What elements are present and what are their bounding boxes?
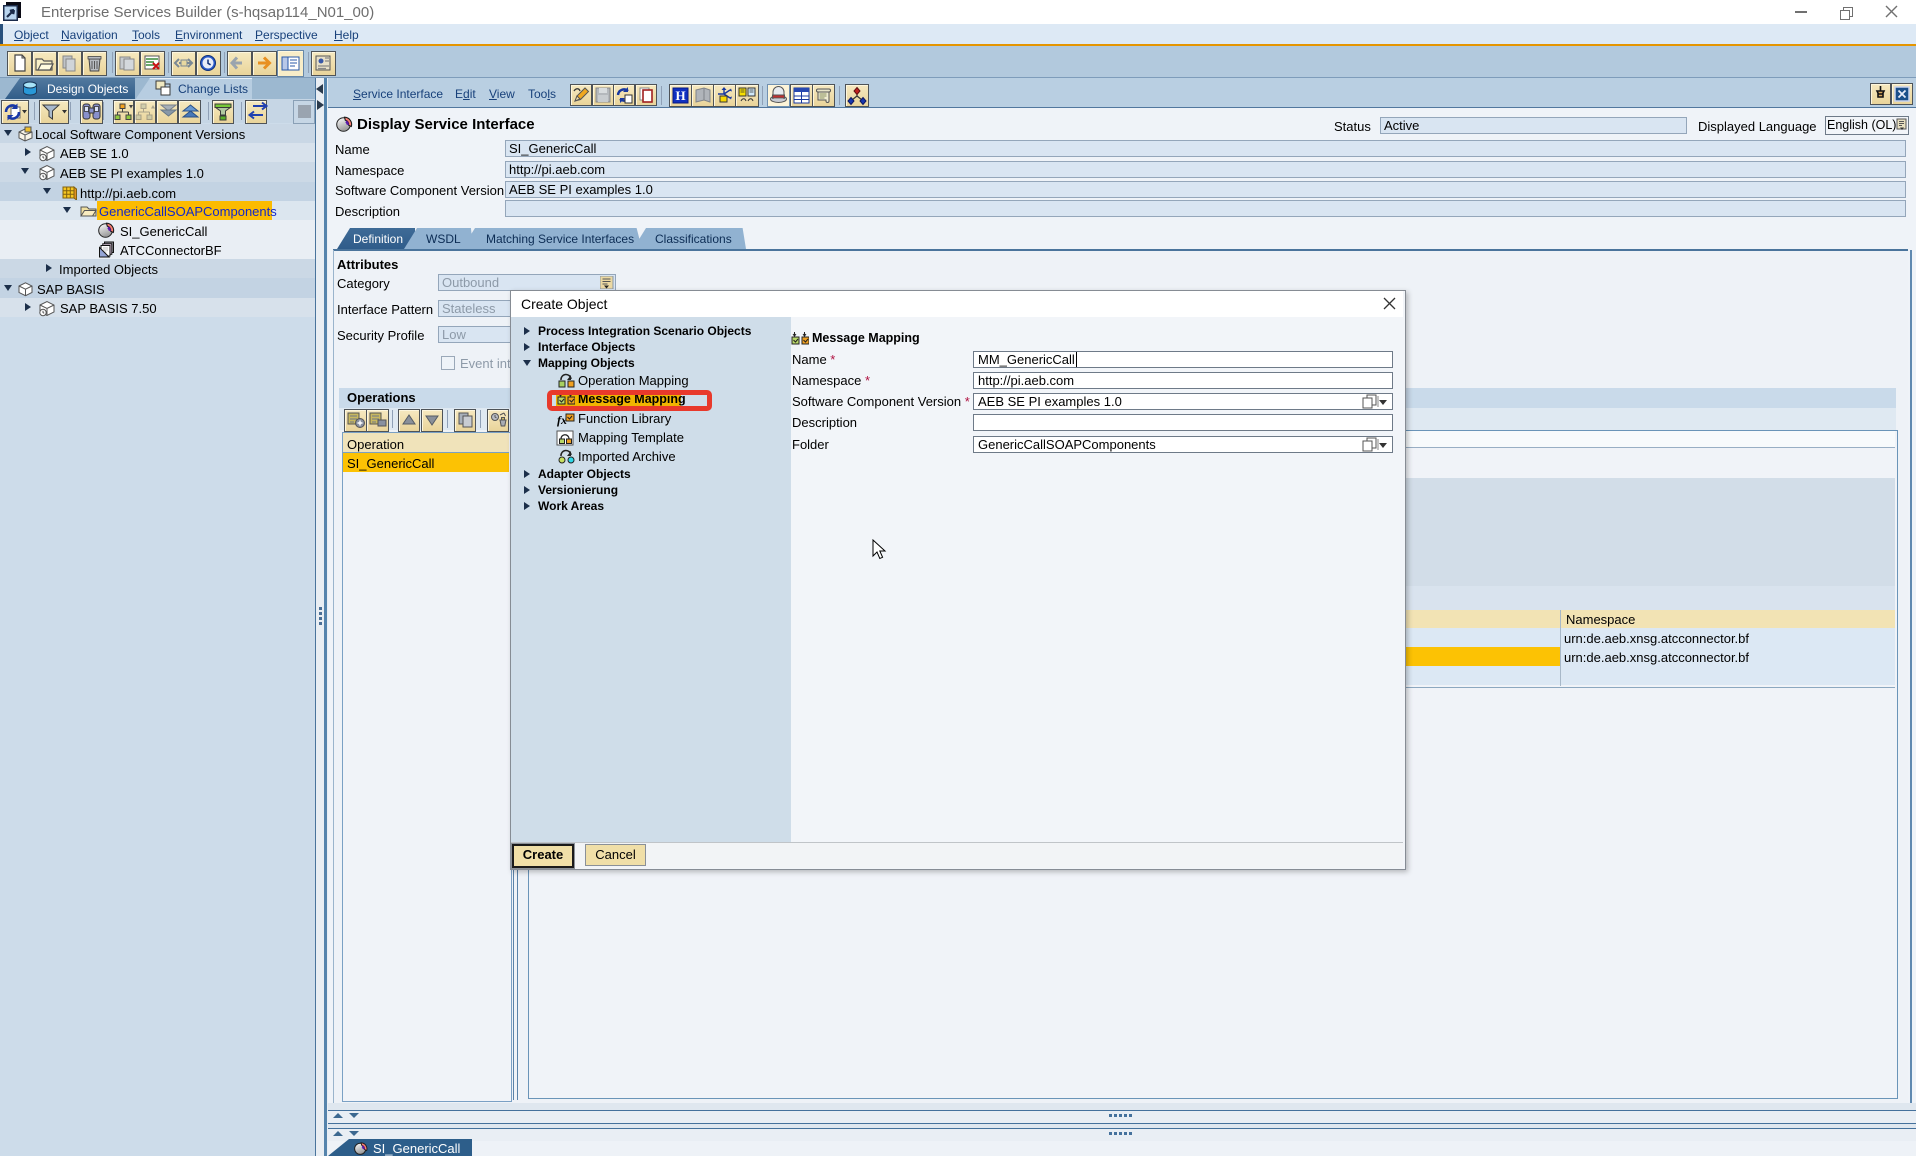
svg-text:H: H [675, 88, 685, 103]
